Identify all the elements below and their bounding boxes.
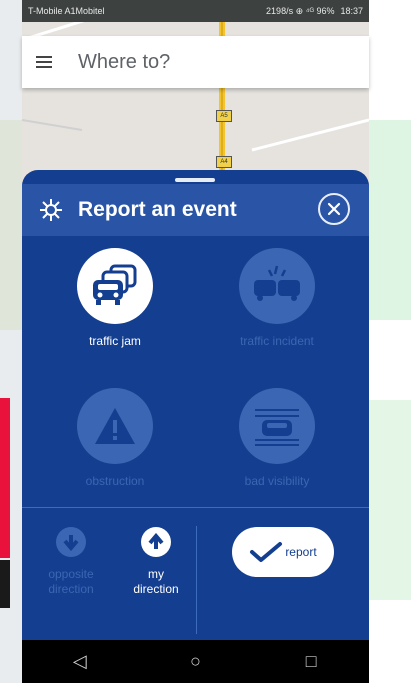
traffic-jam-icon-circle [77,248,153,324]
road-sign-a5: A5 [216,110,232,122]
status-indicators: 2198/s ⊕ ⁴ᴳ 96% [266,5,335,16]
event-label: obstruction [85,474,145,488]
event-label: traffic incident [240,334,314,348]
background-right [369,0,411,683]
background-left-dark-strip [0,560,10,608]
traffic-incident-icon [254,265,300,301]
traffic-incident-icon-circle [239,248,315,324]
background-left-map-strip [0,120,22,330]
back-icon[interactable]: ◁ [65,651,95,672]
vertical-divider [196,526,197,634]
checkmark-icon [250,542,283,562]
background-left [0,0,22,683]
close-icon [327,202,341,216]
arrow-down-icon [63,535,79,551]
recents-icon[interactable]: □ [296,651,326,672]
report-button[interactable]: report [232,527,334,577]
traffic-category-icon [40,199,62,221]
home-icon[interactable]: ○ [180,651,210,672]
menu-icon[interactable] [36,56,52,68]
report-event-sheet: Report an event traffic jam traffic inci… [22,170,369,640]
status-time: 18:37 [340,6,363,16]
direction-label-line1: my [147,567,164,581]
my-direction-option[interactable]: my direction [123,527,189,597]
opposite-direction-option[interactable]: opposite direction [38,527,104,597]
close-button[interactable] [318,193,350,225]
direction-label: my direction [133,567,178,597]
section-divider [22,507,369,508]
status-bar: T-Mobile A1Mobitel 2198/s ⊕ ⁴ᴳ 96% 18:37 [22,0,369,22]
arrow-up-icon-circle [141,527,171,557]
arrow-down-icon-circle [56,527,86,557]
sheet-header: Report an event [22,184,369,236]
background-right-green-strip-lower [369,400,411,600]
carrier-label: T-Mobile A1Mobitel [28,6,105,16]
bad-visibility-icon [255,409,299,446]
direction-label-line2: direction [48,582,94,596]
drag-handle[interactable] [175,178,215,182]
obstruction-icon [95,408,135,444]
system-nav-bar: ◁ ○ □ [22,640,369,683]
background-right-green-strip [369,120,411,320]
search-bar: Where to? [22,36,369,88]
sheet-title: Report an event [78,198,237,221]
background-left-red-strip [0,398,10,558]
bad-visibility-icon-circle [239,388,315,464]
event-obstruction[interactable]: obstruction [40,388,190,488]
direction-label: opposite direction [48,567,93,597]
event-traffic-jam[interactable]: traffic jam [40,248,190,348]
event-label: traffic jam [89,334,141,348]
event-label: bad visibility [244,474,310,488]
obstruction-icon-circle [77,388,153,464]
event-bad-visibility[interactable]: bad visibility [202,388,352,488]
event-traffic-incident[interactable]: traffic incident [202,248,352,348]
report-button-label: report [285,545,317,559]
search-input[interactable]: Where to? [78,51,170,74]
direction-label-line2: direction [133,582,179,596]
road-sign-a4: A4 [216,156,232,168]
direction-label-line1: opposite [48,567,94,581]
arrow-up-icon [148,533,164,549]
traffic-jam-icon [93,264,137,305]
